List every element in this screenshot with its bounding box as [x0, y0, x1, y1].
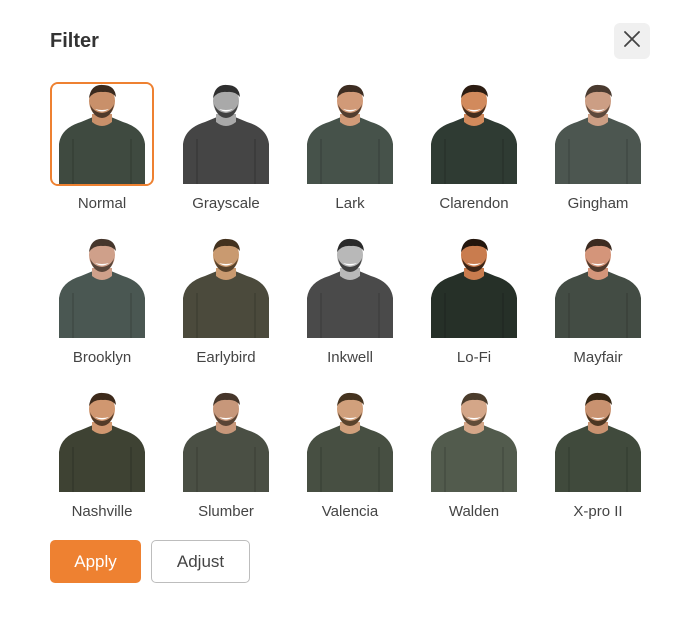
- close-button[interactable]: [614, 23, 650, 59]
- filter-thumbnail: [50, 82, 154, 186]
- action-buttons: Apply Adjust: [50, 540, 250, 583]
- filter-option-earlybird[interactable]: Earlybird: [174, 236, 278, 366]
- filter-label: Clarendon: [439, 195, 509, 212]
- filter-option-mayfair[interactable]: Mayfair: [546, 236, 650, 366]
- filter-grid: Normal Grayscale Lark Clarendon Gingham …: [50, 82, 650, 520]
- filter-thumbnail: [298, 236, 402, 340]
- filter-option-valencia[interactable]: Valencia: [298, 390, 402, 520]
- filter-label: Valencia: [321, 503, 379, 520]
- filter-thumbnail: [298, 390, 402, 494]
- filter-label: Inkwell: [327, 349, 373, 366]
- filter-label: X-pro II: [573, 503, 623, 520]
- filter-label: Gingham: [567, 195, 629, 212]
- filter-option-normal[interactable]: Normal: [50, 82, 154, 212]
- filter-thumbnail: [50, 390, 154, 494]
- filter-thumbnail: [298, 82, 402, 186]
- filter-thumbnail: [422, 82, 526, 186]
- filter-option-gingham[interactable]: Gingham: [546, 82, 650, 212]
- filter-thumbnail: [174, 390, 278, 494]
- filter-label: Earlybird: [196, 349, 256, 366]
- filter-thumbnail: [546, 390, 650, 494]
- filter-option-grayscale[interactable]: Grayscale: [174, 82, 278, 212]
- filter-label: Slumber: [198, 503, 254, 520]
- filter-thumbnail: [422, 390, 526, 494]
- close-icon: [623, 30, 641, 53]
- adjust-button[interactable]: Adjust: [151, 540, 250, 583]
- filter-label: Brooklyn: [72, 349, 132, 366]
- filter-option-lo-fi[interactable]: Lo-Fi: [422, 236, 526, 366]
- filter-option-clarendon[interactable]: Clarendon: [422, 82, 526, 212]
- filter-label: Nashville: [71, 503, 133, 520]
- apply-button[interactable]: Apply: [50, 540, 141, 583]
- filter-thumbnail: [174, 236, 278, 340]
- filter-option-slumber[interactable]: Slumber: [174, 390, 278, 520]
- filter-option-walden[interactable]: Walden: [422, 390, 526, 520]
- filter-option-x-pro-ii[interactable]: X-pro II: [546, 390, 650, 520]
- filter-option-lark[interactable]: Lark: [298, 82, 402, 212]
- filter-thumbnail: [546, 82, 650, 186]
- filter-option-inkwell[interactable]: Inkwell: [298, 236, 402, 366]
- filter-option-nashville[interactable]: Nashville: [50, 390, 154, 520]
- filter-thumbnail: [50, 236, 154, 340]
- filter-label: Walden: [448, 503, 500, 520]
- filter-label: Mayfair: [573, 349, 623, 366]
- filter-option-brooklyn[interactable]: Brooklyn: [50, 236, 154, 366]
- dialog-title: Filter: [50, 30, 99, 52]
- filter-thumbnail: [546, 236, 650, 340]
- filter-thumbnail: [174, 82, 278, 186]
- filter-dialog: Filter Normal Grayscale Lark Clarendon G…: [0, 0, 700, 622]
- filter-label: Grayscale: [192, 195, 260, 212]
- filter-label: Lark: [335, 195, 365, 212]
- filter-thumbnail: [422, 236, 526, 340]
- filter-label: Normal: [77, 195, 127, 212]
- filter-label: Lo-Fi: [456, 349, 492, 366]
